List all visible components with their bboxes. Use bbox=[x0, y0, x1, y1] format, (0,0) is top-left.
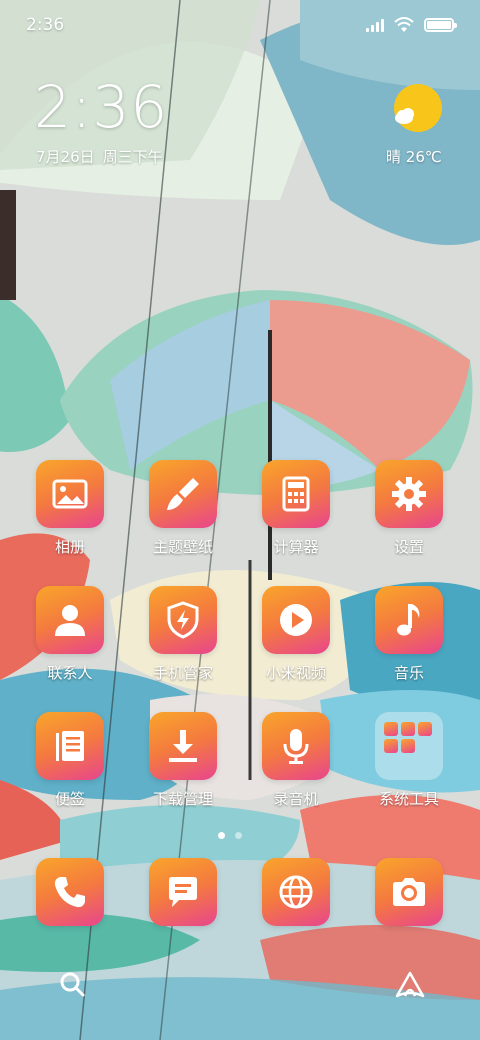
clock-date[interactable]: 7月26日 周三下午 bbox=[36, 146, 163, 167]
page-indicator bbox=[218, 832, 242, 839]
microphone-icon bbox=[262, 712, 330, 780]
wifi-icon bbox=[394, 17, 414, 32]
app-contacts[interactable]: 联系人 bbox=[14, 586, 126, 683]
calculator-icon bbox=[262, 460, 330, 528]
folder-mini-app-icon bbox=[384, 722, 398, 736]
status-bar: 2:36 bbox=[0, 0, 480, 50]
weather-text[interactable]: 晴 26℃ bbox=[386, 146, 442, 167]
dock-messages[interactable] bbox=[127, 858, 239, 926]
app-themes[interactable]: 主题壁纸 bbox=[127, 460, 239, 557]
app-label: 设置 bbox=[393, 538, 424, 556]
app-label: 便签 bbox=[54, 790, 85, 808]
app-recorder[interactable]: 录音机 bbox=[240, 712, 352, 809]
dock-browser[interactable] bbox=[240, 858, 352, 926]
search-icon[interactable] bbox=[58, 970, 86, 998]
folder-mini-app-icon bbox=[384, 739, 398, 753]
dock-camera[interactable] bbox=[353, 858, 465, 926]
battery-icon bbox=[424, 18, 457, 32]
app-label: 手机管家 bbox=[152, 664, 213, 682]
music-note-icon bbox=[375, 586, 443, 654]
browser-globe-icon bbox=[262, 858, 330, 926]
app-gallery[interactable]: 相册 bbox=[14, 460, 126, 557]
dock-phone[interactable] bbox=[14, 858, 126, 926]
brush-icon bbox=[149, 460, 217, 528]
app-downloads[interactable]: 下载管理 bbox=[127, 712, 239, 809]
app-label: 下载管理 bbox=[152, 790, 213, 808]
clock-time[interactable]: 2:36 bbox=[34, 78, 168, 136]
bottom-bar bbox=[0, 960, 480, 1010]
app-label: 音乐 bbox=[393, 664, 424, 682]
download-icon bbox=[149, 712, 217, 780]
shield-bolt-icon bbox=[149, 586, 217, 654]
play-icon bbox=[262, 586, 330, 654]
folder-mini-app-icon bbox=[401, 739, 415, 753]
sun-cloud-icon[interactable] bbox=[390, 82, 444, 136]
weather-condition: 晴 bbox=[386, 148, 402, 166]
page-dot-active bbox=[218, 832, 225, 839]
status-time: 2:36 bbox=[26, 15, 65, 35]
gallery-icon bbox=[36, 460, 104, 528]
app-label: 系统工具 bbox=[378, 790, 439, 808]
message-icon bbox=[149, 858, 217, 926]
weekday-text: 周三下午 bbox=[102, 148, 163, 166]
person-icon bbox=[36, 586, 104, 654]
phone-icon bbox=[36, 858, 104, 926]
date-text: 7月26日 bbox=[36, 148, 95, 166]
gear-icon bbox=[375, 460, 443, 528]
app-label: 相册 bbox=[54, 538, 85, 556]
app-label: 录音机 bbox=[273, 790, 319, 808]
app-label: 联系人 bbox=[47, 664, 93, 682]
app-settings[interactable]: 设置 bbox=[353, 460, 465, 557]
notes-icon bbox=[36, 712, 104, 780]
app-music[interactable]: 音乐 bbox=[353, 586, 465, 683]
signal-icon bbox=[366, 18, 384, 32]
app-label: 主题壁纸 bbox=[152, 538, 213, 556]
folder-icon bbox=[375, 712, 443, 780]
app-notes[interactable]: 便签 bbox=[14, 712, 126, 809]
app-video[interactable]: 小米视频 bbox=[240, 586, 352, 683]
app-calculator[interactable]: 计算器 bbox=[240, 460, 352, 557]
assistant-icon[interactable] bbox=[394, 970, 426, 1000]
page-dot bbox=[235, 832, 242, 839]
camera-icon bbox=[375, 858, 443, 926]
app-label: 计算器 bbox=[273, 538, 319, 556]
folder-mini-app-icon bbox=[401, 722, 415, 736]
app-security[interactable]: 手机管家 bbox=[127, 586, 239, 683]
app-label: 小米视频 bbox=[265, 664, 326, 682]
weather-temperature: 26℃ bbox=[405, 148, 442, 166]
folder-mini-app-icon bbox=[418, 722, 432, 736]
status-icons bbox=[366, 17, 457, 33]
app-folder-system-tools[interactable]: 系统工具 bbox=[353, 712, 465, 809]
